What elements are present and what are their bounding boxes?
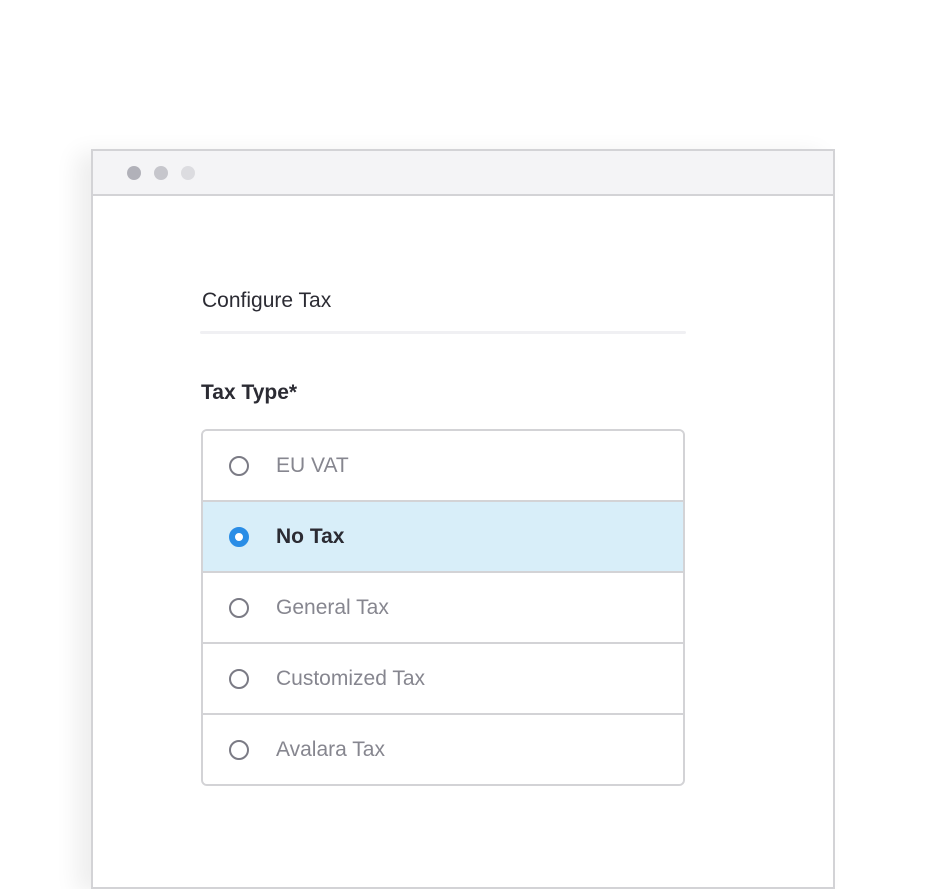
tax-option-customized-tax[interactable]: Customized Tax — [203, 642, 683, 713]
window-close-dot-icon[interactable] — [127, 166, 141, 180]
radio-unchecked-icon[interactable] — [229, 668, 249, 689]
tax-option-no-tax[interactable]: No Tax — [203, 500, 683, 571]
tax-option-avalara-tax[interactable]: Avalara Tax — [203, 713, 683, 784]
option-label: EU VAT — [276, 453, 349, 477]
option-label: Avalara Tax — [276, 737, 385, 761]
tax-type-radio-group: EU VAT No Tax General Tax Customized Tax… — [201, 429, 685, 786]
option-label: General Tax — [276, 595, 389, 619]
option-label: Customized Tax — [276, 666, 426, 690]
tax-option-eu-vat[interactable]: EU VAT — [203, 431, 683, 500]
tax-type-label: Tax Type* — [201, 381, 298, 404]
window-maximize-dot-icon[interactable] — [181, 166, 195, 180]
option-label: No Tax — [276, 524, 345, 548]
title-divider — [200, 331, 686, 334]
page-title: Configure Tax — [202, 289, 332, 312]
radio-unchecked-icon[interactable] — [229, 597, 249, 618]
window-minimize-dot-icon[interactable] — [154, 166, 168, 180]
radio-unchecked-icon[interactable] — [229, 455, 249, 476]
tax-option-general-tax[interactable]: General Tax — [203, 571, 683, 642]
app-window: Configure Tax Tax Type* EU VAT No Tax Ge… — [91, 149, 835, 889]
radio-checked-icon[interactable] — [229, 526, 249, 547]
window-titlebar — [93, 151, 833, 196]
radio-unchecked-icon[interactable] — [229, 739, 249, 760]
